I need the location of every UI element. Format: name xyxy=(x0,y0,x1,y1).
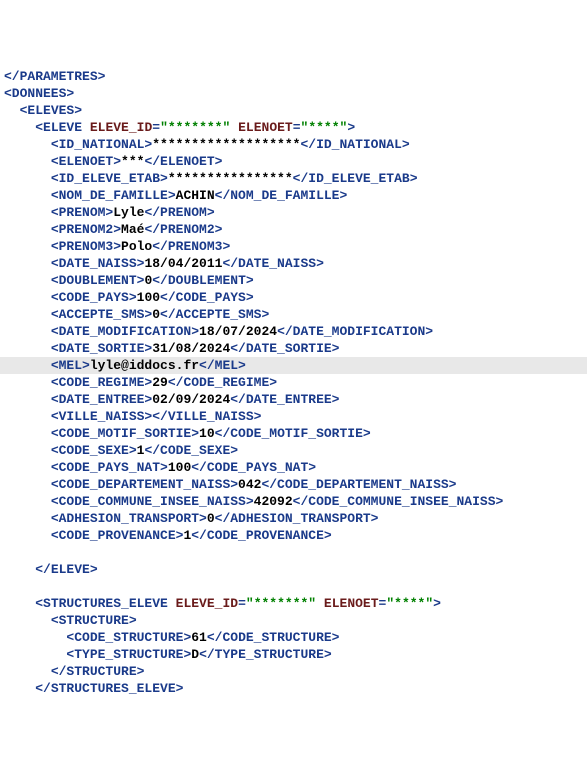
blank-line xyxy=(0,544,587,561)
code-line: <VILLE_NAISS></VILLE_NAISS> xyxy=(0,409,261,424)
code-line: <DATE_MODIFICATION>18/07/2024</DATE_MODI… xyxy=(0,324,433,339)
code-line: </PARAMETRES> xyxy=(0,69,105,84)
code-line: <CODE_PROVENANCE>1</CODE_PROVENANCE> xyxy=(0,528,332,543)
code-line: <ID_NATIONAL>*******************</ID_NAT… xyxy=(0,137,410,152)
code-line: <ADHESION_TRANSPORT>0</ADHESION_TRANSPOR… xyxy=(0,511,378,526)
code-line: <MEL>lyle@iddocs.fr</MEL> xyxy=(0,357,587,374)
xml-code-block: </PARAMETRES> <DONNEES> <ELEVES> <ELEVE … xyxy=(0,68,587,697)
code-line: <CODE_PAYS>100</CODE_PAYS> xyxy=(0,290,254,305)
code-line: <DATE_NAISS>18/04/2011</DATE_NAISS> xyxy=(0,256,324,271)
code-line: </STRUCTURE> xyxy=(0,664,144,679)
code-line: <ELEVES> xyxy=(0,103,82,118)
blank-line xyxy=(0,578,587,595)
code-line: <TYPE_STRUCTURE>D</TYPE_STRUCTURE> xyxy=(0,647,332,662)
code-line: <CODE_STRUCTURE>61</CODE_STRUCTURE> xyxy=(0,630,339,645)
code-line: <DATE_ENTREE>02/09/2024</DATE_ENTREE> xyxy=(0,392,339,407)
code-line: <ELEVE ELEVE_ID="*******" ELENOET="****"… xyxy=(0,120,355,135)
code-line: </STRUCTURES_ELEVE> xyxy=(0,681,183,696)
code-line: </ELEVE> xyxy=(0,562,98,577)
code-line: <DOUBLEMENT>0</DOUBLEMENT> xyxy=(0,273,254,288)
code-line: <PRENOM>Lyle</PRENOM> xyxy=(0,205,215,220)
code-line: <CODE_REGIME>29</CODE_REGIME> xyxy=(0,375,277,390)
code-line: <DATE_SORTIE>31/08/2024</DATE_SORTIE> xyxy=(0,341,339,356)
code-line: <CODE_DEPARTEMENT_NAISS>042</CODE_DEPART… xyxy=(0,477,457,492)
code-line: <CODE_MOTIF_SORTIE>10</CODE_MOTIF_SORTIE… xyxy=(0,426,371,441)
code-line: <ID_ELEVE_ETAB>****************</ID_ELEV… xyxy=(0,171,418,186)
code-line: <PRENOM2>Maé</PRENOM2> xyxy=(0,222,222,237)
code-line: <CODE_COMMUNE_INSEE_NAISS>42092</CODE_CO… xyxy=(0,494,503,509)
code-line: <ELENOET>***</ELENOET> xyxy=(0,154,222,169)
code-line: <ACCEPTE_SMS>0</ACCEPTE_SMS> xyxy=(0,307,269,322)
code-line: <PRENOM3>Polo</PRENOM3> xyxy=(0,239,230,254)
code-line: <CODE_PAYS_NAT>100</CODE_PAYS_NAT> xyxy=(0,460,316,475)
code-line: <DONNEES> xyxy=(0,86,74,101)
code-line: <STRUCTURES_ELEVE ELEVE_ID="*******" ELE… xyxy=(0,596,441,611)
code-line: <NOM_DE_FAMILLE>ACHIN</NOM_DE_FAMILLE> xyxy=(0,188,347,203)
code-line: <CODE_SEXE>1</CODE_SEXE> xyxy=(0,443,238,458)
